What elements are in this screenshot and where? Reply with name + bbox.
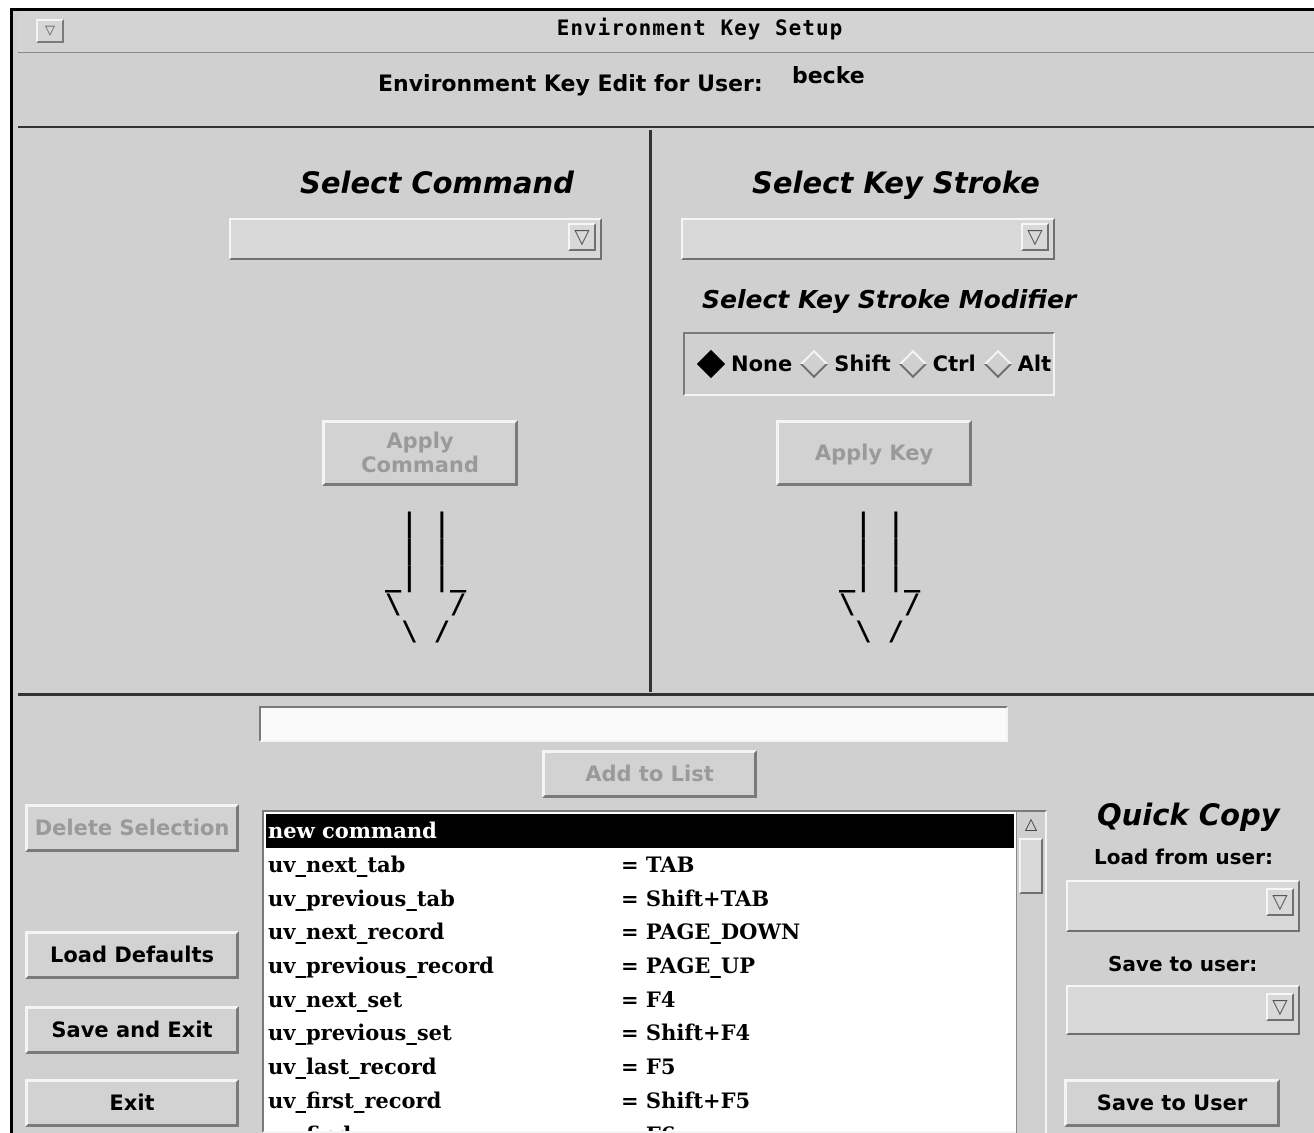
add-to-list-button[interactable]: Add to List	[542, 750, 757, 798]
down-arrow-icon: | | | | _| |_ \ / \ /	[839, 508, 921, 647]
dropdown-arrow-icon[interactable]: ▽	[1021, 223, 1049, 251]
list-item-key: = Shift+F4	[621, 1020, 751, 1045]
list-item[interactable]: uv_first_record = Shift+F5	[266, 1084, 1014, 1118]
apply-command-button[interactable]: Apply Command	[322, 420, 518, 486]
list-item-command: uv_previous_record	[268, 953, 494, 978]
key-combo[interactable]: ▽	[681, 218, 1055, 260]
delete-selection-button[interactable]: Delete Selection	[25, 804, 239, 852]
list-item-key: = Shift+F5	[621, 1088, 751, 1113]
radio-unselected-icon	[898, 349, 927, 379]
user-label: Environment Key Edit for User:	[378, 72, 763, 97]
list-item-command: uv_next_tab	[268, 852, 406, 877]
list-item-key: = F6	[621, 1118, 675, 1131]
radio-unselected-icon	[800, 349, 829, 379]
down-arrow-icon: | | | | _| |_ \ / \ /	[385, 508, 467, 647]
radio-selected-icon	[696, 349, 726, 379]
panel-divider-horizontal	[18, 693, 1314, 696]
list-item[interactable]: uv_next_record = PAGE_DOWN	[266, 915, 1014, 949]
list-item[interactable]: uv_last_record = F5	[266, 1050, 1014, 1084]
apply-key-button[interactable]: Apply Key	[776, 420, 972, 486]
radio-alt-label: Alt	[1017, 352, 1052, 376]
list-item-command: uv_last_record	[268, 1054, 437, 1079]
list-item[interactable]: uv_previous_set = Shift+F4	[266, 1016, 1014, 1050]
quick-copy-title: Quick Copy	[1097, 798, 1280, 832]
save-to-user-button[interactable]: Save to User	[1064, 1079, 1280, 1127]
window-title: Environment Key Setup	[556, 16, 844, 40]
radio-shift-label: Shift	[834, 352, 891, 376]
list-item[interactable]: uv_previous_record = PAGE_UP	[266, 949, 1014, 983]
list-item-command: uv_next_record	[268, 919, 445, 944]
load-from-user-label: Load from user:	[1094, 845, 1273, 869]
list-item-command: uv_previous_set	[268, 1020, 452, 1045]
scrollbar-thumb[interactable]	[1019, 838, 1043, 894]
command-entry-field[interactable]	[259, 706, 1008, 742]
load-defaults-button[interactable]: Load Defaults	[25, 931, 239, 979]
list-item-key: = F5	[621, 1054, 676, 1079]
list-item[interactable]: new command	[266, 814, 1014, 848]
radio-ctrl-label: Ctrl	[932, 352, 976, 376]
list-item-command: uv_find	[268, 1118, 351, 1131]
exit-button[interactable]: Exit	[25, 1079, 239, 1127]
select-key-title: Select Key Stroke	[752, 166, 1040, 200]
dropdown-arrow-icon[interactable]: ▽	[568, 223, 596, 251]
list-item-command: new command	[268, 818, 437, 843]
dropdown-arrow-icon[interactable]: ▽	[1266, 993, 1294, 1021]
list-item[interactable]: uv_next_set = F4	[266, 983, 1014, 1017]
user-name: becke	[792, 64, 865, 89]
panel-divider-vertical	[649, 130, 652, 692]
save-to-user-combo[interactable]: ▽	[1066, 985, 1300, 1035]
list-item[interactable]: uv_find = F6	[266, 1118, 1014, 1131]
radio-unselected-icon	[983, 349, 1012, 379]
radio-shift[interactable]: Shift	[798, 349, 891, 379]
list-item-command: uv_previous_tab	[268, 886, 455, 911]
list-item-key: = PAGE_DOWN	[621, 919, 801, 944]
list-item[interactable]: uv_next_tab = TAB	[266, 848, 1014, 882]
dropdown-arrow-icon[interactable]: ▽	[1266, 888, 1294, 916]
select-command-title: Select Command	[300, 166, 574, 200]
radio-ctrl[interactable]: Ctrl	[897, 349, 976, 379]
save-to-user-label: Save to user:	[1108, 952, 1258, 976]
scroll-up-arrow-icon[interactable]: △	[1019, 813, 1043, 835]
modifier-radio-group: None Shift Ctrl Alt	[683, 332, 1055, 396]
list-item-key: = F4	[621, 987, 676, 1012]
radio-none-label: None	[731, 352, 793, 376]
list-item-key: = TAB	[621, 852, 695, 877]
command-combo[interactable]: ▽	[229, 218, 602, 260]
radio-alt[interactable]: Alt	[982, 349, 1052, 379]
list-item-command: uv_first_record	[268, 1088, 442, 1113]
list-item-command: uv_next_set	[268, 987, 403, 1012]
modifier-title: Select Key Stroke Modifier	[702, 285, 1077, 314]
key-binding-list[interactable]: new command uv_next_tab = TAB uv_previou…	[262, 810, 1047, 1133]
load-from-user-combo[interactable]: ▽	[1066, 880, 1300, 932]
save-and-exit-button[interactable]: Save and Exit	[25, 1006, 239, 1054]
radio-none[interactable]: None	[695, 349, 793, 379]
list-item-key: = Shift+TAB	[621, 886, 770, 911]
list-item[interactable]: uv_previous_tab = Shift+TAB	[266, 882, 1014, 916]
list-item-key: = PAGE_UP	[621, 953, 756, 978]
